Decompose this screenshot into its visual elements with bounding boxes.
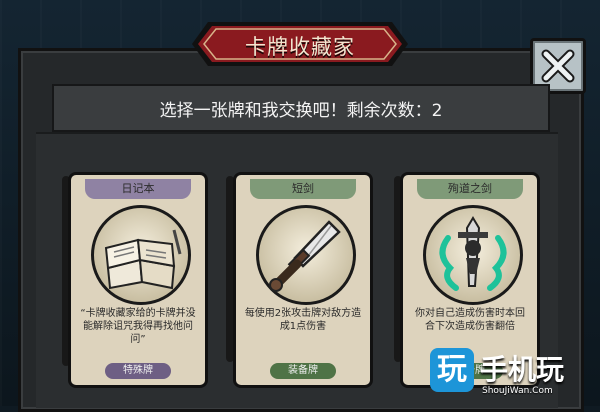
close-icon (541, 49, 575, 83)
card-description: “卡牌收藏家给的卡牌并没能解除诅咒我得再找他问问” (80, 308, 196, 345)
book-icon (104, 229, 182, 290)
page-title: 卡牌收藏家 (245, 35, 355, 59)
dagger-icon (269, 220, 341, 292)
watermark-logo: 玩 (430, 348, 474, 392)
card-diary[interactable]: 日记本 “卡牌收藏家给的卡牌并没能解除诅咒我得再找他问问” 特殊牌 (68, 172, 208, 388)
card-art (256, 205, 356, 305)
card-type-badge: 装备牌 (270, 363, 336, 379)
cursed-sword-icon (439, 216, 507, 291)
watermark: 玩 手机玩 ShouJiWan.Com (424, 340, 600, 406)
card-title: 殉道之剑 (417, 179, 523, 199)
prompt-bar: 选择一张牌和我交换吧！剩余次数：2 (52, 84, 550, 132)
card-description: 每使用2张攻击牌对敌方造成1点伤害 (244, 308, 362, 332)
prompt-text: 选择一张牌和我交换吧！剩余次数：2 (159, 101, 443, 121)
card-art (91, 205, 191, 305)
card-art (423, 205, 523, 305)
card-title: 日记本 (85, 179, 191, 199)
card-title: 短剑 (250, 179, 356, 199)
title-plate: 卡牌收藏家 (190, 16, 410, 72)
card-dagger[interactable]: 短剑 每使用2张攻击牌对敌方造成1点伤害 装备牌 (233, 172, 373, 388)
watermark-text: 手机玩 (480, 353, 565, 386)
watermark-url: ShouJiWan.Com (482, 386, 553, 396)
card-type-badge: 特殊牌 (105, 363, 171, 379)
